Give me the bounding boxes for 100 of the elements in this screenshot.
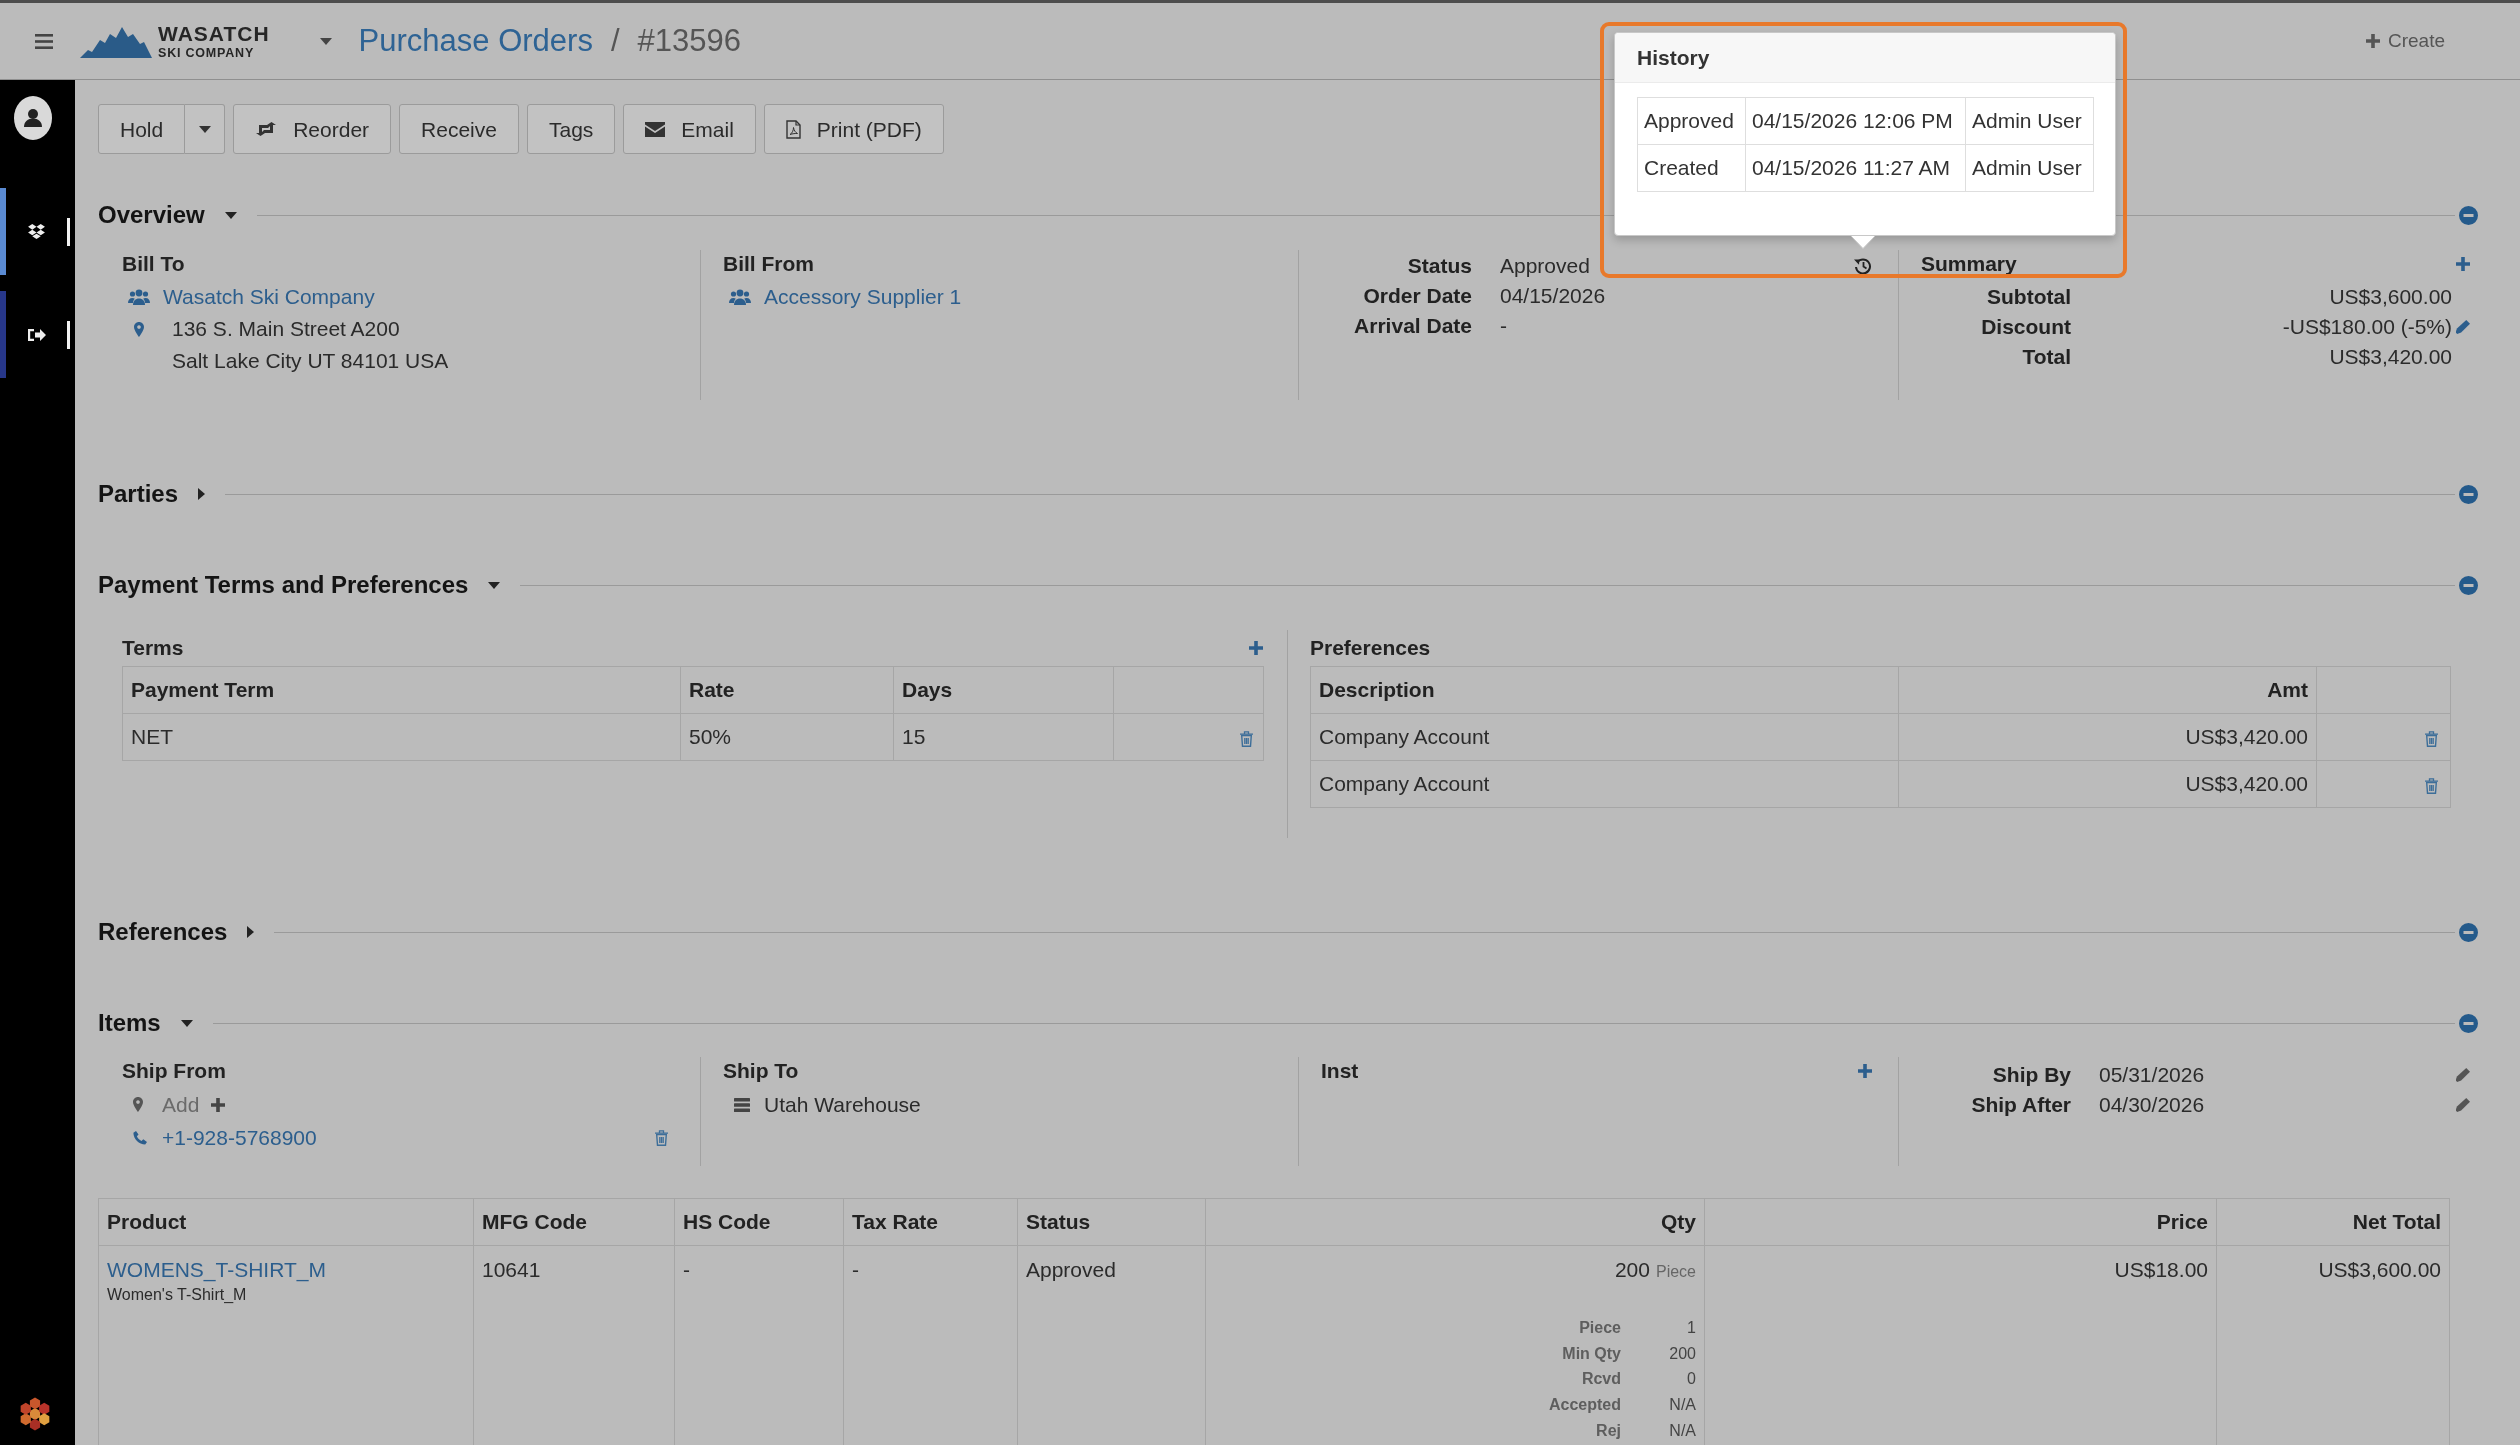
- logo-tagline: SKI COMPANY: [158, 46, 256, 60]
- caret-down-icon[interactable]: [488, 581, 501, 589]
- toolbar-button[interactable]: Reorder: [233, 104, 392, 154]
- qty-detail-label: Rej: [1595, 1420, 1621, 1441]
- date-label: Ship After: [1970, 1092, 2071, 1118]
- table-cell: 15: [893, 713, 1114, 761]
- avatar-icon[interactable]: [14, 96, 52, 140]
- field-label: Preferences: [1310, 635, 1431, 661]
- company-link[interactable]: Accessory Supplier 1: [764, 281, 962, 313]
- dropdown-toggle[interactable]: [185, 104, 226, 154]
- pencil-icon[interactable]: [2456, 320, 2470, 334]
- column-header: MFG Code: [473, 1198, 675, 1246]
- server-icon: [734, 1097, 750, 1112]
- summary-label: Subtotal: [1986, 284, 2071, 310]
- pdf-file-icon: [785, 119, 801, 139]
- column-header: Rate: [680, 666, 894, 714]
- toolbar-button[interactable]: Email: [623, 104, 756, 154]
- detail-value: -: [1500, 313, 1508, 339]
- column-header: Price: [1704, 1198, 2217, 1246]
- summary-value: US$3,420.00: [2328, 344, 2452, 370]
- stacked-diamonds-icon: [28, 224, 45, 239]
- detail-label: Arrival Date: [1353, 313, 1472, 339]
- logo-wordmark: WASATCH: [158, 22, 270, 44]
- table-cell: Admin User: [1965, 144, 2094, 192]
- table-cell: 04/15/2026 12:06 PM: [1745, 97, 1966, 145]
- indicator-bar: [67, 320, 70, 349]
- summary-value: US$3,600.00: [2328, 284, 2452, 310]
- trash-icon[interactable]: [1240, 730, 1253, 747]
- product-link[interactable]: WOMENS_T-SHIRT_M: [107, 1258, 326, 1281]
- address-line: Salt Lake City UT 84101 USA: [172, 348, 449, 374]
- pencil-icon[interactable]: [2456, 1098, 2470, 1112]
- table-cell: US$3,420.00: [1898, 760, 2317, 808]
- toolbar-button[interactable]: Hold: [98, 104, 186, 154]
- qty-detail-value: 1: [1686, 1318, 1696, 1338]
- qty-detail-value: N/A: [1668, 1395, 1696, 1416]
- date-label: Ship By: [1991, 1062, 2071, 1088]
- section-title: Payment Terms and Preferences: [98, 570, 469, 601]
- table-cell: NET: [122, 713, 681, 761]
- breadcrumb-separator: /: [610, 22, 620, 60]
- qty-detail-label: Piece: [1578, 1318, 1621, 1338]
- table-cell: Admin User: [1965, 97, 2094, 145]
- summary-label: Discount: [1980, 314, 2071, 340]
- detail-value: Approved: [1500, 253, 1591, 279]
- trash-icon[interactable]: [2425, 777, 2438, 794]
- toolbar-button[interactable]: Print (PDF): [763, 104, 944, 154]
- qty-detail-value: N/A: [1668, 1420, 1696, 1441]
- table-cell: Company Account: [1310, 713, 1899, 761]
- plus-icon[interactable]: [1858, 1064, 1872, 1078]
- pencil-icon[interactable]: [2456, 1068, 2470, 1082]
- qty-unit: Piece: [1655, 1263, 1696, 1280]
- envelope-icon: [645, 121, 666, 137]
- column-header: Product: [98, 1198, 474, 1246]
- summary-label: Total: [2021, 344, 2071, 370]
- caret-down-icon: [198, 125, 211, 133]
- table-cell: Approved: [1637, 97, 1746, 145]
- indicator-bar: [67, 217, 70, 246]
- field-label: Ship To: [723, 1058, 800, 1084]
- breadcrumb-link[interactable]: Purchase Orders: [358, 22, 593, 60]
- plus-icon[interactable]: [2456, 257, 2470, 271]
- plus-icon[interactable]: [1249, 641, 1263, 655]
- phone-icon: [133, 1130, 147, 1145]
- toolbar-button[interactable]: Tags: [526, 104, 616, 154]
- table-cell: 50%: [680, 713, 894, 761]
- column-header: Payment Term: [122, 666, 681, 714]
- plus-icon[interactable]: [2365, 34, 2380, 48]
- date-value: 04/30/2026: [2099, 1092, 2206, 1118]
- plus-icon[interactable]: [211, 1097, 226, 1112]
- detail-label: Status: [1406, 253, 1472, 279]
- caret-down-icon[interactable]: [180, 1019, 193, 1027]
- map-pin-icon: [134, 321, 144, 337]
- caret-down-icon[interactable]: [319, 37, 332, 45]
- trash-icon[interactable]: [655, 1129, 668, 1146]
- caret-right-icon[interactable]: [247, 926, 255, 938]
- qty-detail-label: Min Qty: [1561, 1343, 1621, 1364]
- caret-right-icon[interactable]: [198, 488, 206, 500]
- field-label: Summary: [1921, 251, 2017, 277]
- phone-link[interactable]: +1-928-5768900: [162, 1121, 317, 1154]
- exit-icon: [27, 326, 46, 343]
- field-label: Bill From: [723, 251, 815, 277]
- toolbar-button[interactable]: Receive: [399, 104, 519, 154]
- users-icon: [128, 289, 150, 305]
- history-icon[interactable]: [1854, 257, 1872, 275]
- menu-icon[interactable]: [35, 33, 53, 49]
- map-pin-icon: [133, 1097, 143, 1112]
- trash-icon[interactable]: [2425, 730, 2438, 747]
- section-title: Items: [98, 1008, 161, 1039]
- table-cell: Company Account: [1310, 760, 1899, 808]
- create-button[interactable]: Create: [2365, 27, 2445, 55]
- caret-down-icon[interactable]: [224, 211, 237, 219]
- company-link[interactable]: Wasatch Ski Company: [163, 281, 375, 313]
- detail-value: 04/15/2026: [1500, 283, 1606, 309]
- section-title: Overview: [98, 200, 205, 231]
- qty-detail-label: Accepted: [1548, 1395, 1621, 1416]
- add-link[interactable]: Add: [162, 1088, 200, 1121]
- table-cell: 04/15/2026 11:27 AM: [1745, 144, 1966, 192]
- column-header: Net Total: [2216, 1198, 2450, 1246]
- honeycomb-icon[interactable]: [20, 1397, 50, 1431]
- users-icon: [729, 289, 751, 305]
- table-cell: US$3,420.00: [1898, 713, 2317, 761]
- product-name: Women's T-Shirt_M: [107, 1285, 248, 1305]
